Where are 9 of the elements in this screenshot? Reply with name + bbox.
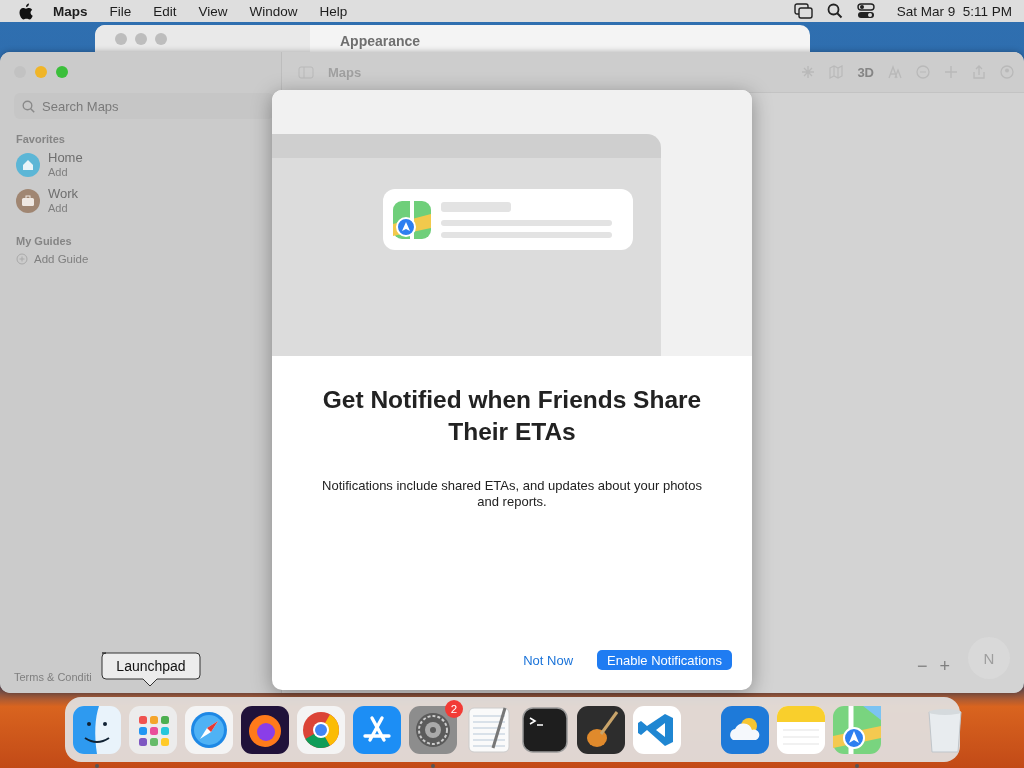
notification-badge: 2 xyxy=(445,699,463,718)
place-detail: Add xyxy=(48,165,69,179)
place-detail: Add xyxy=(48,201,69,215)
window-title: Appearance xyxy=(339,32,421,51)
section-heading: Favorites xyxy=(16,133,66,145)
sheet-description: Notifications include shared ETAs, and updates about your photos and reports. xyxy=(322,478,702,510)
sheet-title: Get Notified when Friends Share Their ETAs xyxy=(321,385,703,447)
section-heading: My Guides xyxy=(16,235,73,247)
tooltip-label: Launchpad xyxy=(115,658,187,674)
